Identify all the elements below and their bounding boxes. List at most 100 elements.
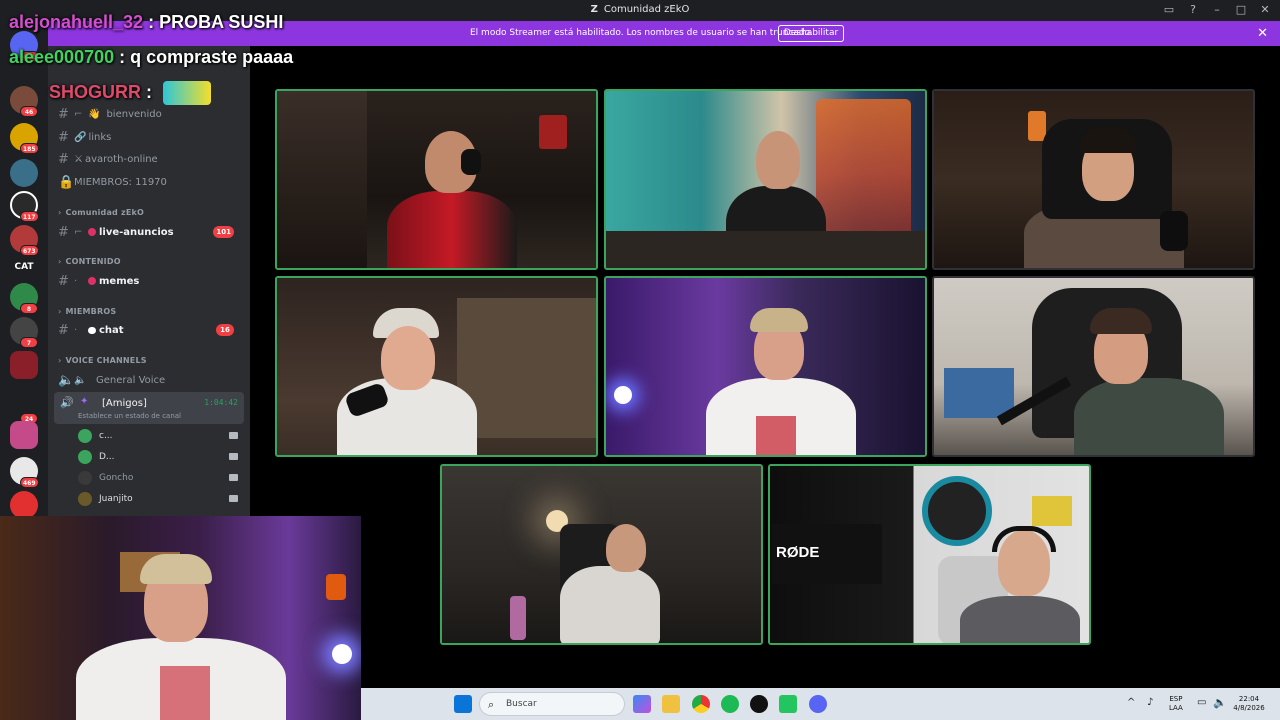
video-tile[interactable] (604, 276, 927, 457)
maximize-icon[interactable]: □ (1232, 2, 1250, 18)
tray-chevron-icon[interactable]: ^ (1127, 697, 1135, 708)
language-indicator[interactable]: ESP LAA (1169, 695, 1183, 713)
chevron-icon: › (58, 208, 62, 217)
taskbar-search[interactable]: ⌕ Buscar (479, 692, 625, 716)
voice-member[interactable]: D... (78, 448, 244, 466)
server-icon[interactable] (10, 421, 38, 449)
close-banner-icon[interactable]: ✕ (1257, 26, 1268, 41)
hair (1090, 308, 1152, 334)
channel-members-count[interactable]: 🔒 MIEMBROS: 11970 (58, 172, 244, 192)
language-top: ESP (1169, 695, 1183, 703)
channel-label: General Voice (96, 374, 166, 386)
desk (606, 231, 925, 268)
server-icon[interactable]: 469 (10, 457, 39, 488)
channel-memes[interactable]: # · memes (58, 271, 244, 291)
chrome-icon[interactable] (692, 695, 710, 713)
voice-channel-general[interactable]: 🔈 🔈 General Voice (58, 370, 244, 390)
category-voice-channels[interactable]: › VOICE CHANNELS (58, 356, 147, 365)
video-tile[interactable] (932, 276, 1255, 457)
server-icon[interactable]: 46 (10, 86, 38, 117)
category-label: CONTENIDO (65, 257, 121, 266)
channel-label: avaroth-online (84, 153, 158, 165)
server-icon[interactable] (10, 491, 38, 519)
speaker-icon: 🔈 (58, 372, 75, 388)
link-icon: 🔗 (74, 131, 87, 143)
category-label: MIEMBROS (65, 307, 117, 316)
category-miembros[interactable]: › MIEMBROS (58, 307, 116, 316)
channel-label: memes (99, 275, 140, 287)
file-explorer-icon[interactable] (662, 695, 680, 713)
laugh-icon (88, 277, 96, 285)
category-contenido[interactable]: › CONTENIDO (58, 257, 121, 266)
video-tile[interactable] (932, 89, 1255, 270)
close-window-icon[interactable]: ✕ (1256, 2, 1274, 18)
minimize-icon[interactable]: – (1208, 2, 1226, 18)
video-tile[interactable] (440, 464, 763, 645)
chat-message: alejonahuell_32 : PROBA SUSHI (9, 12, 283, 33)
server-icon[interactable]: 7 (10, 317, 38, 348)
chevron-icon: › (58, 257, 62, 266)
volume-icon[interactable]: 🔈 (1213, 696, 1227, 709)
thread-icon: · (74, 275, 78, 287)
hash-icon: # (58, 106, 69, 122)
video-tile[interactable] (275, 89, 598, 270)
category-label: Comunidad zEkO (65, 208, 145, 217)
chat-separator: : (141, 81, 158, 102)
orange-lamp (326, 574, 346, 600)
channel-chat[interactable]: # · chat 16 (58, 320, 244, 340)
discord-icon[interactable] (809, 695, 827, 713)
inbox-icon[interactable]: ▭ (1160, 2, 1178, 18)
chat-separator: : (143, 12, 160, 32)
lock-icon: 🔒 (58, 174, 75, 190)
voice-member[interactable]: Juanjito (78, 490, 244, 508)
help-icon[interactable]: ? (1184, 2, 1202, 18)
channel-live-anuncios[interactable]: # ⌐ live-anuncios 101 (58, 222, 244, 242)
server-icon[interactable] (10, 159, 38, 187)
voice-member[interactable]: c... (78, 427, 244, 445)
server-icon[interactable]: 8 (10, 283, 38, 314)
server-icon[interactable]: 24 (10, 393, 38, 424)
chat-text: PROBA SUSHI (159, 12, 284, 32)
server-icon[interactable] (10, 351, 38, 379)
video-tile[interactable] (604, 89, 927, 270)
camera-icon (229, 432, 238, 439)
clock-date: 4/8/2026 (1233, 704, 1265, 712)
category-comunidad[interactable]: › Comunidad zEkO (58, 208, 144, 217)
server-cat-label[interactable]: CAT (10, 257, 38, 277)
channel-emoji: 👋 (88, 108, 101, 120)
channel-bienvenido[interactable]: # ⌐ 👋 bienvenido (58, 104, 244, 124)
start-button-icon[interactable] (454, 695, 472, 713)
spotify-icon[interactable] (721, 695, 739, 713)
server-icon[interactable]: 673 (10, 225, 39, 256)
channel-avaroth-online[interactable]: # ⚔ avaroth-online (58, 149, 244, 169)
clock[interactable]: 22:04 4/8/2026 (1227, 695, 1271, 713)
copilot-icon[interactable] (633, 695, 651, 713)
obs-icon[interactable] (750, 695, 768, 713)
network-icon[interactable]: ▭ (1197, 697, 1206, 708)
hair (750, 308, 808, 332)
microphone-icon[interactable]: ♪ (1147, 697, 1153, 708)
app-logo-icon: Z (590, 4, 598, 15)
disable-streamer-mode-button[interactable]: Deshabilitar (778, 25, 844, 42)
voice-channel-name: [Amigos] (102, 398, 147, 409)
voice-member[interactable]: Goncho (78, 469, 244, 487)
wall-mural (816, 99, 911, 249)
server-icon[interactable]: 185 (10, 123, 39, 154)
chevron-icon: › (58, 356, 62, 365)
app-icon[interactable] (779, 695, 797, 713)
server-icon[interactable]: 117 (10, 191, 39, 222)
channel-status-prompt[interactable]: Establece un estado de canal (78, 412, 181, 420)
camera-icon (229, 495, 238, 502)
thread-icon: ⌐ (74, 108, 83, 120)
voice-timer: 1:04:42 (204, 398, 238, 407)
channel-links[interactable]: # 🔗 links (58, 127, 244, 147)
search-placeholder: Buscar (506, 699, 537, 709)
microphone (1160, 211, 1188, 251)
member-name: c... (99, 431, 113, 441)
window-title-text: Comunidad zEkO (603, 4, 690, 15)
hair (1080, 127, 1136, 153)
video-tile[interactable]: RØDE (768, 464, 1091, 645)
voice-channel-amigos[interactable]: 🔊 ✦ [Amigos] 1:04:42 Establece un estado… (54, 392, 244, 424)
camera-icon (229, 453, 238, 460)
video-tile[interactable] (275, 276, 598, 457)
